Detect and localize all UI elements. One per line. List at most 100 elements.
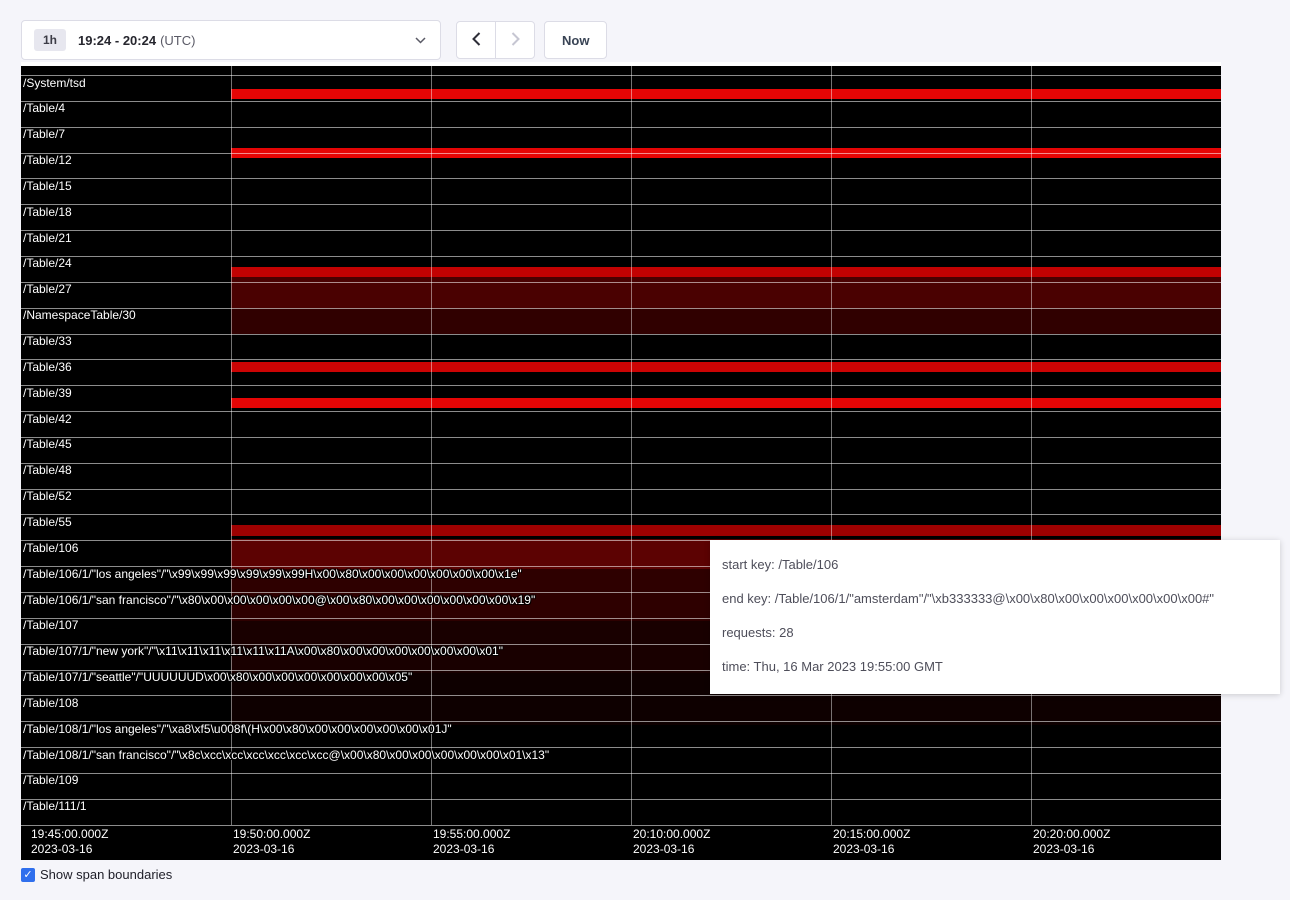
- range-duration-badge: 1h: [34, 29, 66, 51]
- row-label: /Table/24: [23, 257, 72, 270]
- prev-time-button[interactable]: [456, 21, 496, 59]
- row-label: /Table/33: [23, 335, 72, 348]
- x-axis-date: 2023-03-16: [1033, 842, 1110, 857]
- tooltip-line: start key: /Table/106: [722, 555, 1268, 575]
- row-gridline: [21, 282, 1221, 283]
- row-gridline: [21, 437, 1221, 438]
- chevron-down-icon: [415, 37, 426, 44]
- row-label: /Table/52: [23, 490, 72, 503]
- range-time-text: 19:24 - 20:24: [78, 33, 156, 48]
- row-label: /System/tsd: [23, 77, 86, 90]
- row-label: /Table/45: [23, 438, 72, 451]
- x-axis-time: 19:50:00.000Z: [233, 827, 310, 842]
- row-gridline: [21, 256, 1221, 257]
- show-span-boundaries-checkbox[interactable]: ✓: [21, 868, 35, 882]
- row-gridline: [21, 308, 1221, 309]
- row-gridline: [21, 204, 1221, 205]
- row-gridline: [21, 489, 1221, 490]
- x-axis-date: 2023-03-16: [233, 842, 310, 857]
- row-gridline: [21, 127, 1221, 128]
- row-label: /Table/108: [23, 697, 78, 710]
- row-label: /Table/106/1/"san francisco"/"\x80\x00\x…: [23, 594, 535, 607]
- time-gridline: [231, 66, 232, 825]
- row-gridline: [21, 695, 1221, 696]
- row-label: /Table/15: [23, 180, 72, 193]
- row-label: /Table/18: [23, 206, 72, 219]
- row-label: /Table/108/1/"san francisco"/"\x8c\xcc\x…: [23, 749, 549, 762]
- row-label: /Table/55: [23, 516, 72, 529]
- tooltip-line: time: Thu, 16 Mar 2023 19:55:00 GMT: [722, 657, 1268, 677]
- x-axis-time: 19:45:00.000Z: [31, 827, 108, 842]
- time-range-selector[interactable]: 1h 19:24 - 20:24 (UTC): [21, 20, 441, 60]
- chevron-left-icon: [472, 32, 481, 49]
- row-label: /Table/21: [23, 232, 72, 245]
- x-axis-label: 20:15:00.000Z2023-03-16: [833, 827, 910, 857]
- tooltip-line: end key: /Table/106/1/"amsterdam"/"\xb33…: [722, 589, 1268, 609]
- row-label: /Table/107/1/"seattle"/"UUUUUUD\x00\x80\…: [23, 671, 412, 684]
- row-label: /Table/108/1/"los angeles"/"\xa8\xf5\u00…: [23, 723, 452, 736]
- heat-stripe: [231, 362, 1221, 372]
- time-gridline: [831, 66, 832, 825]
- check-icon: ✓: [23, 869, 32, 881]
- range-timezone-text: (UTC): [160, 33, 195, 48]
- range-label: 19:24 - 20:24 (UTC): [78, 33, 195, 48]
- row-label: /Table/48: [23, 464, 72, 477]
- x-axis-time: 20:20:00.000Z: [1033, 827, 1110, 842]
- row-label: /Table/106/1/"los angeles"/"\x99\x99\x99…: [23, 568, 522, 581]
- row-gridline: [21, 75, 1221, 76]
- row-gridline: [21, 230, 1221, 231]
- time-nav-group: [456, 21, 535, 59]
- row-gridline: [21, 101, 1221, 102]
- x-axis-time: 19:55:00.000Z: [433, 827, 510, 842]
- chevron-right-icon: [511, 32, 520, 49]
- toolbar: 1h 19:24 - 20:24 (UTC) Now: [21, 20, 607, 60]
- row-gridline: [21, 825, 1221, 826]
- row-label: /Table/36: [23, 361, 72, 374]
- row-label: /Table/106: [23, 542, 78, 555]
- row-label: /Table/12: [23, 154, 72, 167]
- x-axis-date: 2023-03-16: [633, 842, 710, 857]
- time-gridline: [1031, 66, 1032, 825]
- row-gridline: [21, 385, 1221, 386]
- heat-stripe: [231, 398, 1221, 408]
- row-label: /Table/42: [23, 413, 72, 426]
- time-gridline: [631, 66, 632, 825]
- x-axis-label: 19:45:00.000Z2023-03-16: [31, 827, 108, 857]
- x-axis-time: 20:15:00.000Z: [833, 827, 910, 842]
- row-gridline: [21, 178, 1221, 179]
- row-label: /NamespaceTable/30: [23, 309, 136, 322]
- row-label: /Table/7: [23, 128, 65, 141]
- row-gridline: [21, 334, 1221, 335]
- span-tooltip: start key: /Table/106 end key: /Table/106…: [710, 540, 1280, 694]
- next-time-button[interactable]: [495, 21, 535, 59]
- x-axis-date: 2023-03-16: [31, 842, 108, 857]
- row-gridline: [21, 411, 1221, 412]
- span-boundaries-control: ✓ Show span boundaries: [21, 867, 172, 882]
- now-button[interactable]: Now: [544, 21, 607, 59]
- canvas-top-boundary: [21, 62, 1221, 66]
- heat-stripe: [231, 525, 1221, 536]
- row-gridline: [21, 773, 1221, 774]
- checkbox-label: Show span boundaries: [40, 867, 172, 882]
- x-axis-label: 19:55:00.000Z2023-03-16: [433, 827, 510, 857]
- heat-stripe: [231, 267, 1221, 277]
- row-gridline: [21, 153, 1221, 154]
- row-gridline: [21, 514, 1221, 515]
- row-label: /Table/111/1: [23, 800, 87, 813]
- row-label: /Table/109: [23, 774, 78, 787]
- row-label: /Table/107: [23, 619, 78, 632]
- heat-stripe: [231, 308, 1221, 334]
- x-axis-label: 20:10:00.000Z2023-03-16: [633, 827, 710, 857]
- x-axis-date: 2023-03-16: [433, 842, 510, 857]
- row-label: /Table/27: [23, 283, 72, 296]
- row-label: /Table/4: [23, 102, 65, 115]
- row-label: /Table/107/1/"new york"/"\x11\x11\x11\x1…: [23, 645, 503, 658]
- keyvis-canvas[interactable]: start key: /Table/106end key: /Table/106…: [21, 62, 1221, 860]
- x-axis-date: 2023-03-16: [833, 842, 910, 857]
- heat-stripe: [231, 89, 1221, 99]
- time-gridline: [431, 66, 432, 825]
- x-axis-time: 20:10:00.000Z: [633, 827, 710, 842]
- x-axis-label: 19:50:00.000Z2023-03-16: [233, 827, 310, 857]
- tooltip-line: requests: 28: [722, 623, 1268, 643]
- x-axis-label: 20:20:00.000Z2023-03-16: [1033, 827, 1110, 857]
